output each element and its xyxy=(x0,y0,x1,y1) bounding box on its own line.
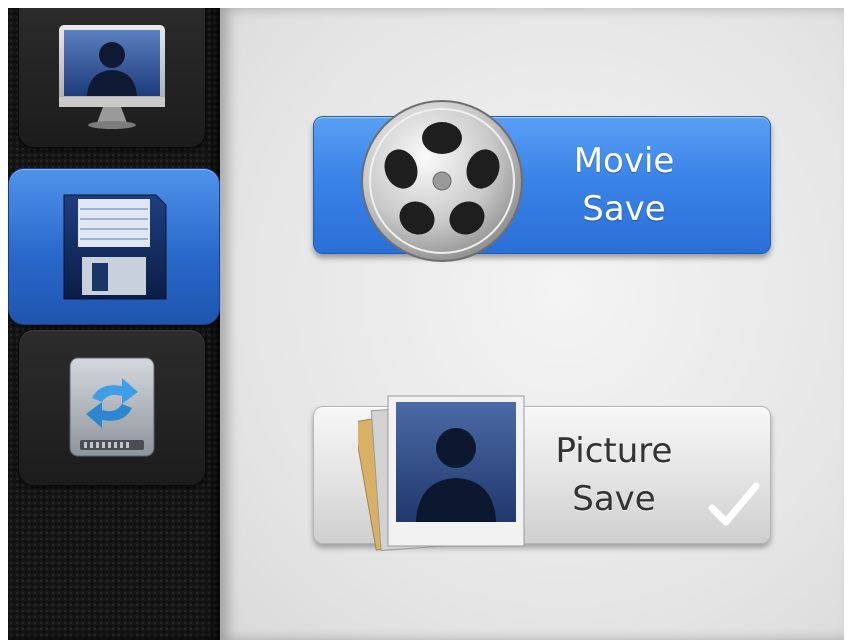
check-icon xyxy=(708,482,760,526)
app-window: Movie Save Picture Save xyxy=(8,8,844,640)
photo-stack-icon xyxy=(358,395,525,551)
film-reel-icon xyxy=(361,100,523,262)
movie-save-label-line1: Movie xyxy=(573,141,675,181)
user-monitor-icon xyxy=(59,25,165,129)
sidebar-item-save[interactable] xyxy=(8,168,220,325)
sidebar-item-monitor[interactable] xyxy=(18,8,206,148)
picture-save-label-line1: Picture xyxy=(555,431,673,471)
picture-save-label: Picture Save xyxy=(534,407,694,543)
main-panel: Movie Save Picture Save xyxy=(220,8,844,640)
floppy-disk-icon xyxy=(63,194,167,299)
movie-save-label-line2: Save xyxy=(582,189,666,229)
sidebar xyxy=(8,8,220,640)
movie-save-label: Movie Save xyxy=(544,117,704,253)
sync-drive-icon xyxy=(69,357,155,456)
picture-save-label-line2: Save xyxy=(572,479,656,519)
sidebar-item-sync[interactable] xyxy=(18,329,206,486)
